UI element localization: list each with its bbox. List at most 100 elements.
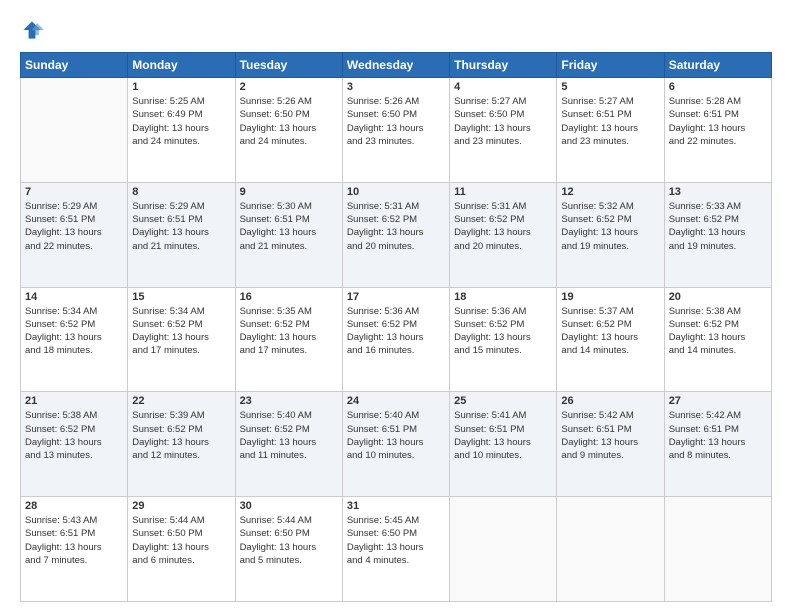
day-number: 4 xyxy=(454,81,552,93)
day-number: 22 xyxy=(132,395,230,407)
calendar-cell: 2 Sunrise: 5:26 AM Sunset: 6:50 PM Daylig… xyxy=(235,78,342,183)
day-number: 23 xyxy=(240,395,338,407)
day-info: Sunrise: 5:36 AM Sunset: 6:52 PM Dayligh… xyxy=(454,305,552,358)
calendar-cell xyxy=(664,497,771,602)
day-info: Sunrise: 5:29 AM Sunset: 6:51 PM Dayligh… xyxy=(132,200,230,253)
day-number: 29 xyxy=(132,500,230,512)
weekday-header-tuesday: Tuesday xyxy=(235,53,342,78)
day-number: 17 xyxy=(347,291,445,303)
day-number: 27 xyxy=(669,395,767,407)
day-number: 9 xyxy=(240,186,338,198)
weekday-header-wednesday: Wednesday xyxy=(342,53,449,78)
day-info: Sunrise: 5:32 AM Sunset: 6:52 PM Dayligh… xyxy=(561,200,659,253)
day-info: Sunrise: 5:36 AM Sunset: 6:52 PM Dayligh… xyxy=(347,305,445,358)
calendar-week-row: 28 Sunrise: 5:43 AM Sunset: 6:51 PM Dayli… xyxy=(21,497,772,602)
day-info: Sunrise: 5:28 AM Sunset: 6:51 PM Dayligh… xyxy=(669,95,767,148)
day-info: Sunrise: 5:38 AM Sunset: 6:52 PM Dayligh… xyxy=(25,409,123,462)
day-info: Sunrise: 5:29 AM Sunset: 6:51 PM Dayligh… xyxy=(25,200,123,253)
calendar-cell: 30 Sunrise: 5:44 AM Sunset: 6:50 PM Dayli… xyxy=(235,497,342,602)
day-info: Sunrise: 5:45 AM Sunset: 6:50 PM Dayligh… xyxy=(347,514,445,567)
day-info: Sunrise: 5:43 AM Sunset: 6:51 PM Dayligh… xyxy=(25,514,123,567)
calendar-cell: 4 Sunrise: 5:27 AM Sunset: 6:50 PM Daylig… xyxy=(450,78,557,183)
day-number: 25 xyxy=(454,395,552,407)
calendar-cell: 31 Sunrise: 5:45 AM Sunset: 6:50 PM Dayli… xyxy=(342,497,449,602)
page: SundayMondayTuesdayWednesdayThursdayFrid… xyxy=(0,0,792,612)
day-number: 3 xyxy=(347,81,445,93)
calendar-cell: 13 Sunrise: 5:33 AM Sunset: 6:52 PM Dayli… xyxy=(664,182,771,287)
day-info: Sunrise: 5:26 AM Sunset: 6:50 PM Dayligh… xyxy=(240,95,338,148)
day-number: 30 xyxy=(240,500,338,512)
day-number: 28 xyxy=(25,500,123,512)
day-info: Sunrise: 5:42 AM Sunset: 6:51 PM Dayligh… xyxy=(561,409,659,462)
day-info: Sunrise: 5:44 AM Sunset: 6:50 PM Dayligh… xyxy=(240,514,338,567)
day-info: Sunrise: 5:40 AM Sunset: 6:52 PM Dayligh… xyxy=(240,409,338,462)
header xyxy=(20,18,772,42)
day-number: 15 xyxy=(132,291,230,303)
logo-icon xyxy=(20,18,44,42)
day-info: Sunrise: 5:33 AM Sunset: 6:52 PM Dayligh… xyxy=(669,200,767,253)
weekday-header-thursday: Thursday xyxy=(450,53,557,78)
day-info: Sunrise: 5:26 AM Sunset: 6:50 PM Dayligh… xyxy=(347,95,445,148)
day-number: 2 xyxy=(240,81,338,93)
calendar-week-row: 7Sunrise: 5:29 AM Sunset: 6:51 PM Daylig… xyxy=(21,182,772,287)
day-info: Sunrise: 5:27 AM Sunset: 6:51 PM Dayligh… xyxy=(561,95,659,148)
day-number: 19 xyxy=(561,291,659,303)
day-number: 13 xyxy=(669,186,767,198)
calendar-cell: 25 Sunrise: 5:41 AM Sunset: 6:51 PM Dayli… xyxy=(450,392,557,497)
day-number: 6 xyxy=(669,81,767,93)
calendar-week-row: 21 Sunrise: 5:38 AM Sunset: 6:52 PM Dayli… xyxy=(21,392,772,497)
calendar-table: SundayMondayTuesdayWednesdayThursdayFrid… xyxy=(20,52,772,602)
calendar-cell: 12Sunrise: 5:32 AM Sunset: 6:52 PM Dayli… xyxy=(557,182,664,287)
day-info: Sunrise: 5:34 AM Sunset: 6:52 PM Dayligh… xyxy=(25,305,123,358)
calendar-cell: 18 Sunrise: 5:36 AM Sunset: 6:52 PM Dayli… xyxy=(450,287,557,392)
calendar-cell: 7Sunrise: 5:29 AM Sunset: 6:51 PM Daylig… xyxy=(21,182,128,287)
day-info: Sunrise: 5:38 AM Sunset: 6:52 PM Dayligh… xyxy=(669,305,767,358)
calendar-cell: 16Sunrise: 5:35 AM Sunset: 6:52 PM Dayli… xyxy=(235,287,342,392)
calendar-cell: 27 Sunrise: 5:42 AM Sunset: 6:51 PM Dayli… xyxy=(664,392,771,497)
calendar-cell: 9 Sunrise: 5:30 AM Sunset: 6:51 PM Daylig… xyxy=(235,182,342,287)
calendar-cell xyxy=(450,497,557,602)
day-info: Sunrise: 5:39 AM Sunset: 6:52 PM Dayligh… xyxy=(132,409,230,462)
day-info: Sunrise: 5:37 AM Sunset: 6:52 PM Dayligh… xyxy=(561,305,659,358)
calendar-week-row: 1 Sunrise: 5:25 AM Sunset: 6:49 PM Daylig… xyxy=(21,78,772,183)
day-number: 26 xyxy=(561,395,659,407)
day-info: Sunrise: 5:30 AM Sunset: 6:51 PM Dayligh… xyxy=(240,200,338,253)
day-info: Sunrise: 5:40 AM Sunset: 6:51 PM Dayligh… xyxy=(347,409,445,462)
calendar-cell: 26 Sunrise: 5:42 AM Sunset: 6:51 PM Dayli… xyxy=(557,392,664,497)
calendar-cell xyxy=(21,78,128,183)
day-info: Sunrise: 5:42 AM Sunset: 6:51 PM Dayligh… xyxy=(669,409,767,462)
day-info: Sunrise: 5:31 AM Sunset: 6:52 PM Dayligh… xyxy=(347,200,445,253)
calendar-cell: 22 Sunrise: 5:39 AM Sunset: 6:52 PM Dayli… xyxy=(128,392,235,497)
day-info: Sunrise: 5:27 AM Sunset: 6:50 PM Dayligh… xyxy=(454,95,552,148)
day-info: Sunrise: 5:31 AM Sunset: 6:52 PM Dayligh… xyxy=(454,200,552,253)
calendar-cell: 5Sunrise: 5:27 AM Sunset: 6:51 PM Daylig… xyxy=(557,78,664,183)
day-number: 24 xyxy=(347,395,445,407)
weekday-header-friday: Friday xyxy=(557,53,664,78)
day-info: Sunrise: 5:44 AM Sunset: 6:50 PM Dayligh… xyxy=(132,514,230,567)
day-number: 1 xyxy=(132,81,230,93)
calendar-cell: 29 Sunrise: 5:44 AM Sunset: 6:50 PM Dayli… xyxy=(128,497,235,602)
calendar-cell: 10 Sunrise: 5:31 AM Sunset: 6:52 PM Dayli… xyxy=(342,182,449,287)
day-number: 11 xyxy=(454,186,552,198)
weekday-header-monday: Monday xyxy=(128,53,235,78)
logo xyxy=(20,18,48,42)
day-number: 21 xyxy=(25,395,123,407)
calendar-week-row: 14 Sunrise: 5:34 AM Sunset: 6:52 PM Dayli… xyxy=(21,287,772,392)
weekday-header-sunday: Sunday xyxy=(21,53,128,78)
calendar-body: 1 Sunrise: 5:25 AM Sunset: 6:49 PM Daylig… xyxy=(21,78,772,602)
day-number: 18 xyxy=(454,291,552,303)
weekday-row: SundayMondayTuesdayWednesdayThursdayFrid… xyxy=(21,53,772,78)
day-number: 10 xyxy=(347,186,445,198)
calendar-cell: 1 Sunrise: 5:25 AM Sunset: 6:49 PM Daylig… xyxy=(128,78,235,183)
day-number: 16 xyxy=(240,291,338,303)
day-info: Sunrise: 5:25 AM Sunset: 6:49 PM Dayligh… xyxy=(132,95,230,148)
calendar-cell xyxy=(557,497,664,602)
calendar-cell: 3 Sunrise: 5:26 AM Sunset: 6:50 PM Daylig… xyxy=(342,78,449,183)
calendar-cell: 23 Sunrise: 5:40 AM Sunset: 6:52 PM Dayli… xyxy=(235,392,342,497)
calendar-cell: 8Sunrise: 5:29 AM Sunset: 6:51 PM Daylig… xyxy=(128,182,235,287)
day-info: Sunrise: 5:34 AM Sunset: 6:52 PM Dayligh… xyxy=(132,305,230,358)
day-info: Sunrise: 5:41 AM Sunset: 6:51 PM Dayligh… xyxy=(454,409,552,462)
calendar-cell: 15 Sunrise: 5:34 AM Sunset: 6:52 PM Dayli… xyxy=(128,287,235,392)
day-number: 31 xyxy=(347,500,445,512)
day-number: 14 xyxy=(25,291,123,303)
